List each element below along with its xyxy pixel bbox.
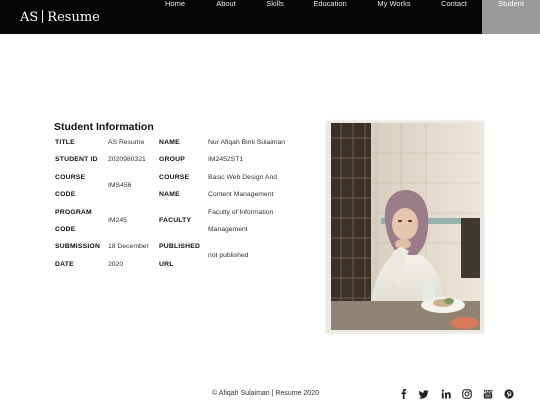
group-label: GROUP — [159, 156, 185, 163]
group-value: IM2452ST1 — [208, 156, 244, 163]
title-label: TITLE — [55, 139, 75, 146]
name-value: Nur Afiqah Binti Sulaiman — [208, 139, 286, 146]
student-id-value: 2020980321 — [108, 156, 146, 163]
nav-education[interactable]: Education — [305, 0, 355, 34]
name-label: NAME — [159, 139, 180, 146]
submission-date-label-line2: DATE — [55, 261, 74, 268]
instagram-icon[interactable] — [462, 389, 472, 399]
brand-word: Resume — [47, 10, 100, 25]
course-name-label-line2: NAME — [159, 191, 180, 198]
nav-student-label: Student — [498, 0, 524, 8]
nav-education-label: Education — [313, 0, 347, 8]
program-code-label-line1: PROGRAM — [55, 209, 92, 216]
program-code-label-line2: CODE — [55, 226, 76, 233]
course-code-label-line1: COURSE — [55, 174, 86, 181]
nav-home[interactable]: Home — [155, 0, 195, 34]
nav-student[interactable]: Student — [482, 0, 540, 34]
linkedin-icon[interactable] — [441, 389, 451, 399]
nav-about[interactable]: About — [206, 0, 246, 34]
facebook-icon[interactable] — [399, 389, 409, 399]
title-value: AS Resume — [108, 139, 145, 146]
submission-date-value-line2: 2020 — [108, 261, 124, 268]
published-url-label-line2: URL — [159, 261, 174, 268]
youtube-icon[interactable] — [483, 389, 493, 399]
course-name-label-line1: COURSE — [159, 174, 190, 181]
pinterest-icon[interactable] — [504, 389, 514, 399]
course-code-label-line2: CODE — [55, 191, 76, 198]
brand-logo[interactable]: AS Resume — [20, 9, 100, 27]
published-url-value: not published — [208, 252, 249, 259]
faculty-value-line1: Faculty of Information — [208, 209, 274, 216]
course-name-value-line1: Basic Web Design And — [208, 174, 278, 181]
published-url-label-line1: PUBLISHED — [159, 243, 201, 250]
faculty-label: FACULTY — [159, 217, 192, 224]
nav-home-label: Home — [164, 0, 185, 8]
nav-about-label: About — [216, 0, 236, 8]
nav-contact-label: Contact — [441, 0, 467, 8]
student-photo — [331, 123, 480, 330]
submission-date-value-line1: 18 December — [108, 243, 149, 250]
faculty-value-line2: Management — [208, 226, 248, 233]
nav-skills-label: Skills — [266, 0, 284, 8]
section-title: Student Information — [54, 121, 154, 133]
nav-my-works[interactable]: My Works — [369, 0, 419, 34]
student-id-label: STUDENT ID — [55, 156, 98, 163]
student-photo-frame — [326, 121, 484, 333]
course-name-value-line2: Content Management — [208, 191, 274, 198]
navbar: AS Resume Home About Skills Education My … — [0, 0, 540, 34]
nav-skills[interactable]: Skills — [255, 0, 295, 34]
brand-divider — [42, 10, 44, 23]
footer-copyright: © Afiqah Sulaiman | Resume 2020 — [212, 390, 319, 397]
brand-initials: AS — [20, 10, 39, 25]
twitter-icon[interactable] — [419, 389, 429, 399]
nav-contact[interactable]: Contact — [433, 0, 475, 34]
submission-date-label-line1: SUBMISSION — [55, 243, 101, 250]
program-code-value: IM245 — [108, 217, 127, 224]
nav-my-works-label: My Works — [377, 0, 411, 8]
course-code-value: IMS456 — [108, 182, 132, 189]
